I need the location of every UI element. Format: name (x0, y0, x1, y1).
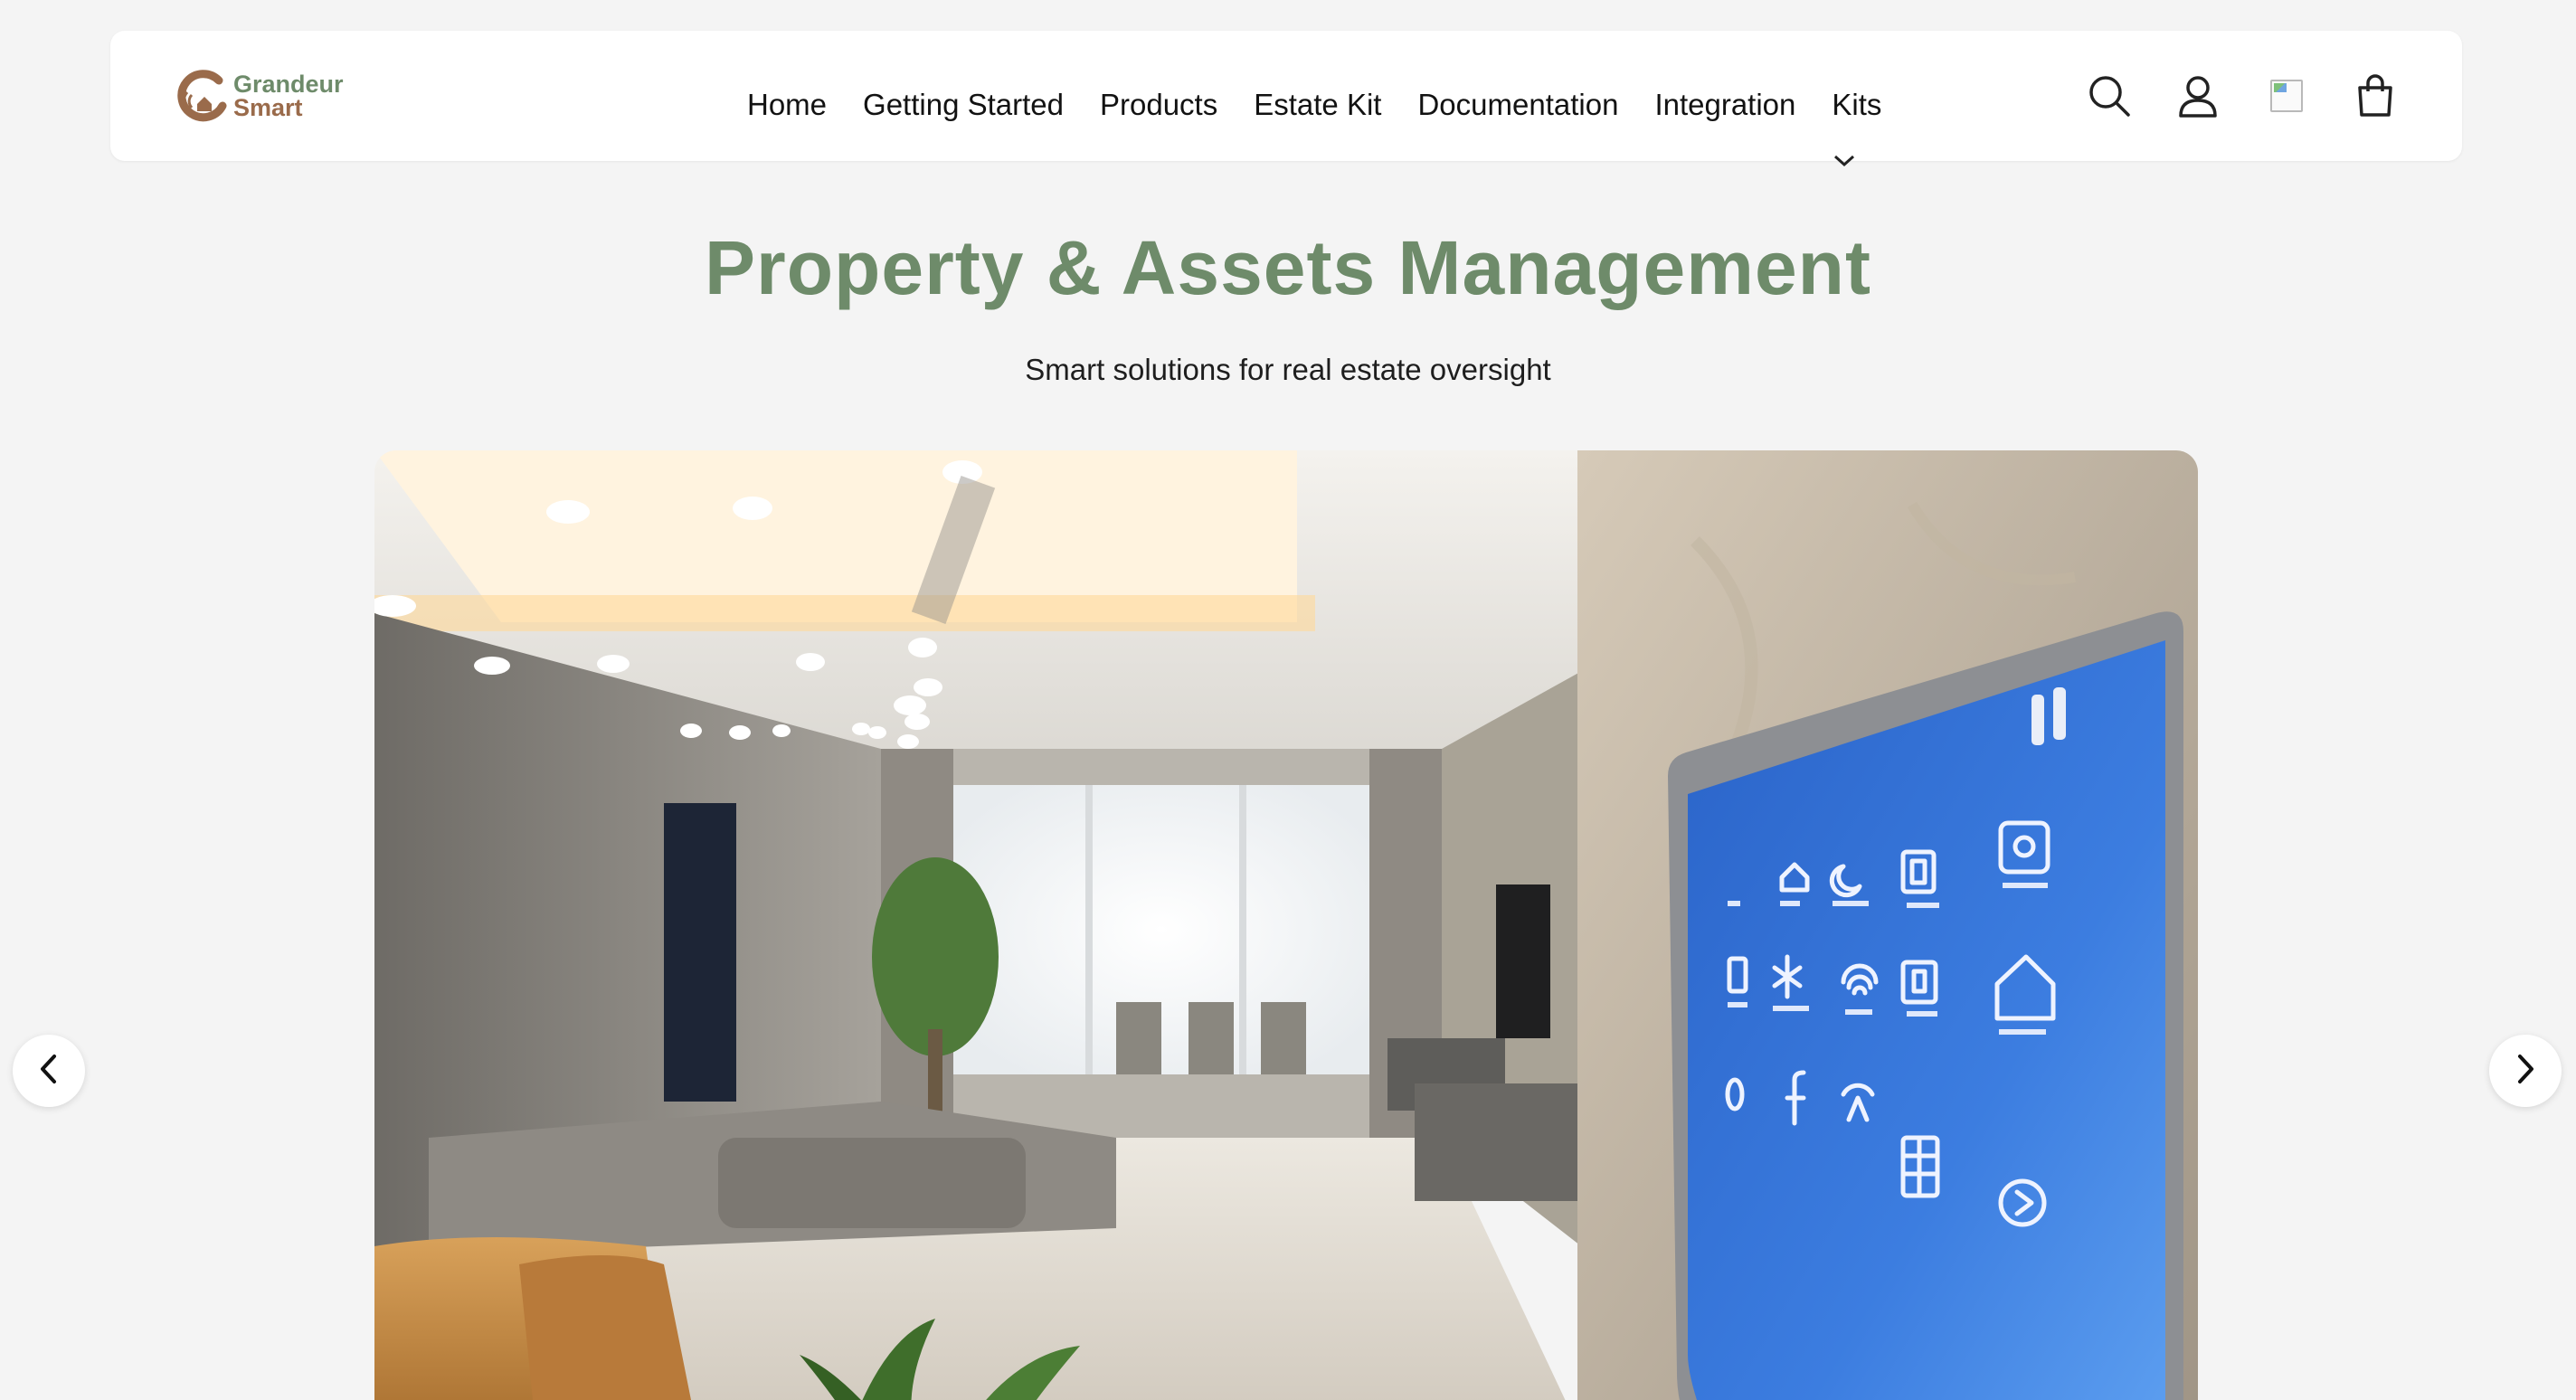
header-icons (2086, 71, 2399, 121)
page: Grandeur Smart Home Getting Started Prod… (0, 0, 2576, 1400)
nav-products[interactable]: Products (1100, 88, 1217, 122)
hero-slide-image (374, 450, 2198, 1400)
slider-prev-button[interactable] (13, 1035, 85, 1107)
nav-getting-started[interactable]: Getting Started (863, 88, 1064, 122)
site-header: Grandeur Smart Home Getting Started Prod… (110, 31, 2462, 167)
broken-image-icon (2270, 80, 2303, 112)
brand-wordmark: Grandeur Smart (233, 71, 344, 121)
page-title: Property & Assets Management (705, 225, 1871, 310)
page-subtitle: Smart solutions for real estate oversigh… (1025, 353, 1551, 386)
nav-kits[interactable]: Kits (1832, 88, 1881, 122)
nav-integration[interactable]: Integration (1654, 88, 1795, 122)
main-nav: Home Getting Started Products Estate Kit… (747, 88, 1881, 122)
brand-name-line1: Grandeur (233, 71, 344, 98)
brand-name-line2: Smart (233, 94, 303, 121)
nav-estate-kit[interactable]: Estate Kit (1254, 88, 1381, 122)
brand-logo-icon (177, 70, 227, 122)
brand-logo[interactable]: Grandeur Smart (175, 67, 344, 125)
cart-bag-icon[interactable] (2352, 71, 2399, 121)
chevron-down-icon[interactable] (1833, 154, 1856, 173)
account-icon[interactable] (2174, 71, 2221, 121)
search-icon[interactable] (2086, 71, 2133, 121)
nav-documentation[interactable]: Documentation (1417, 88, 1618, 122)
chevron-right-icon (2512, 1053, 2539, 1090)
nav-home[interactable]: Home (747, 88, 827, 122)
language-flag-image[interactable] (2263, 71, 2310, 121)
living-room-smart-panel-illustration (374, 450, 2198, 1400)
slider-next-button[interactable] (2489, 1035, 2562, 1107)
chevron-left-icon (35, 1053, 62, 1090)
